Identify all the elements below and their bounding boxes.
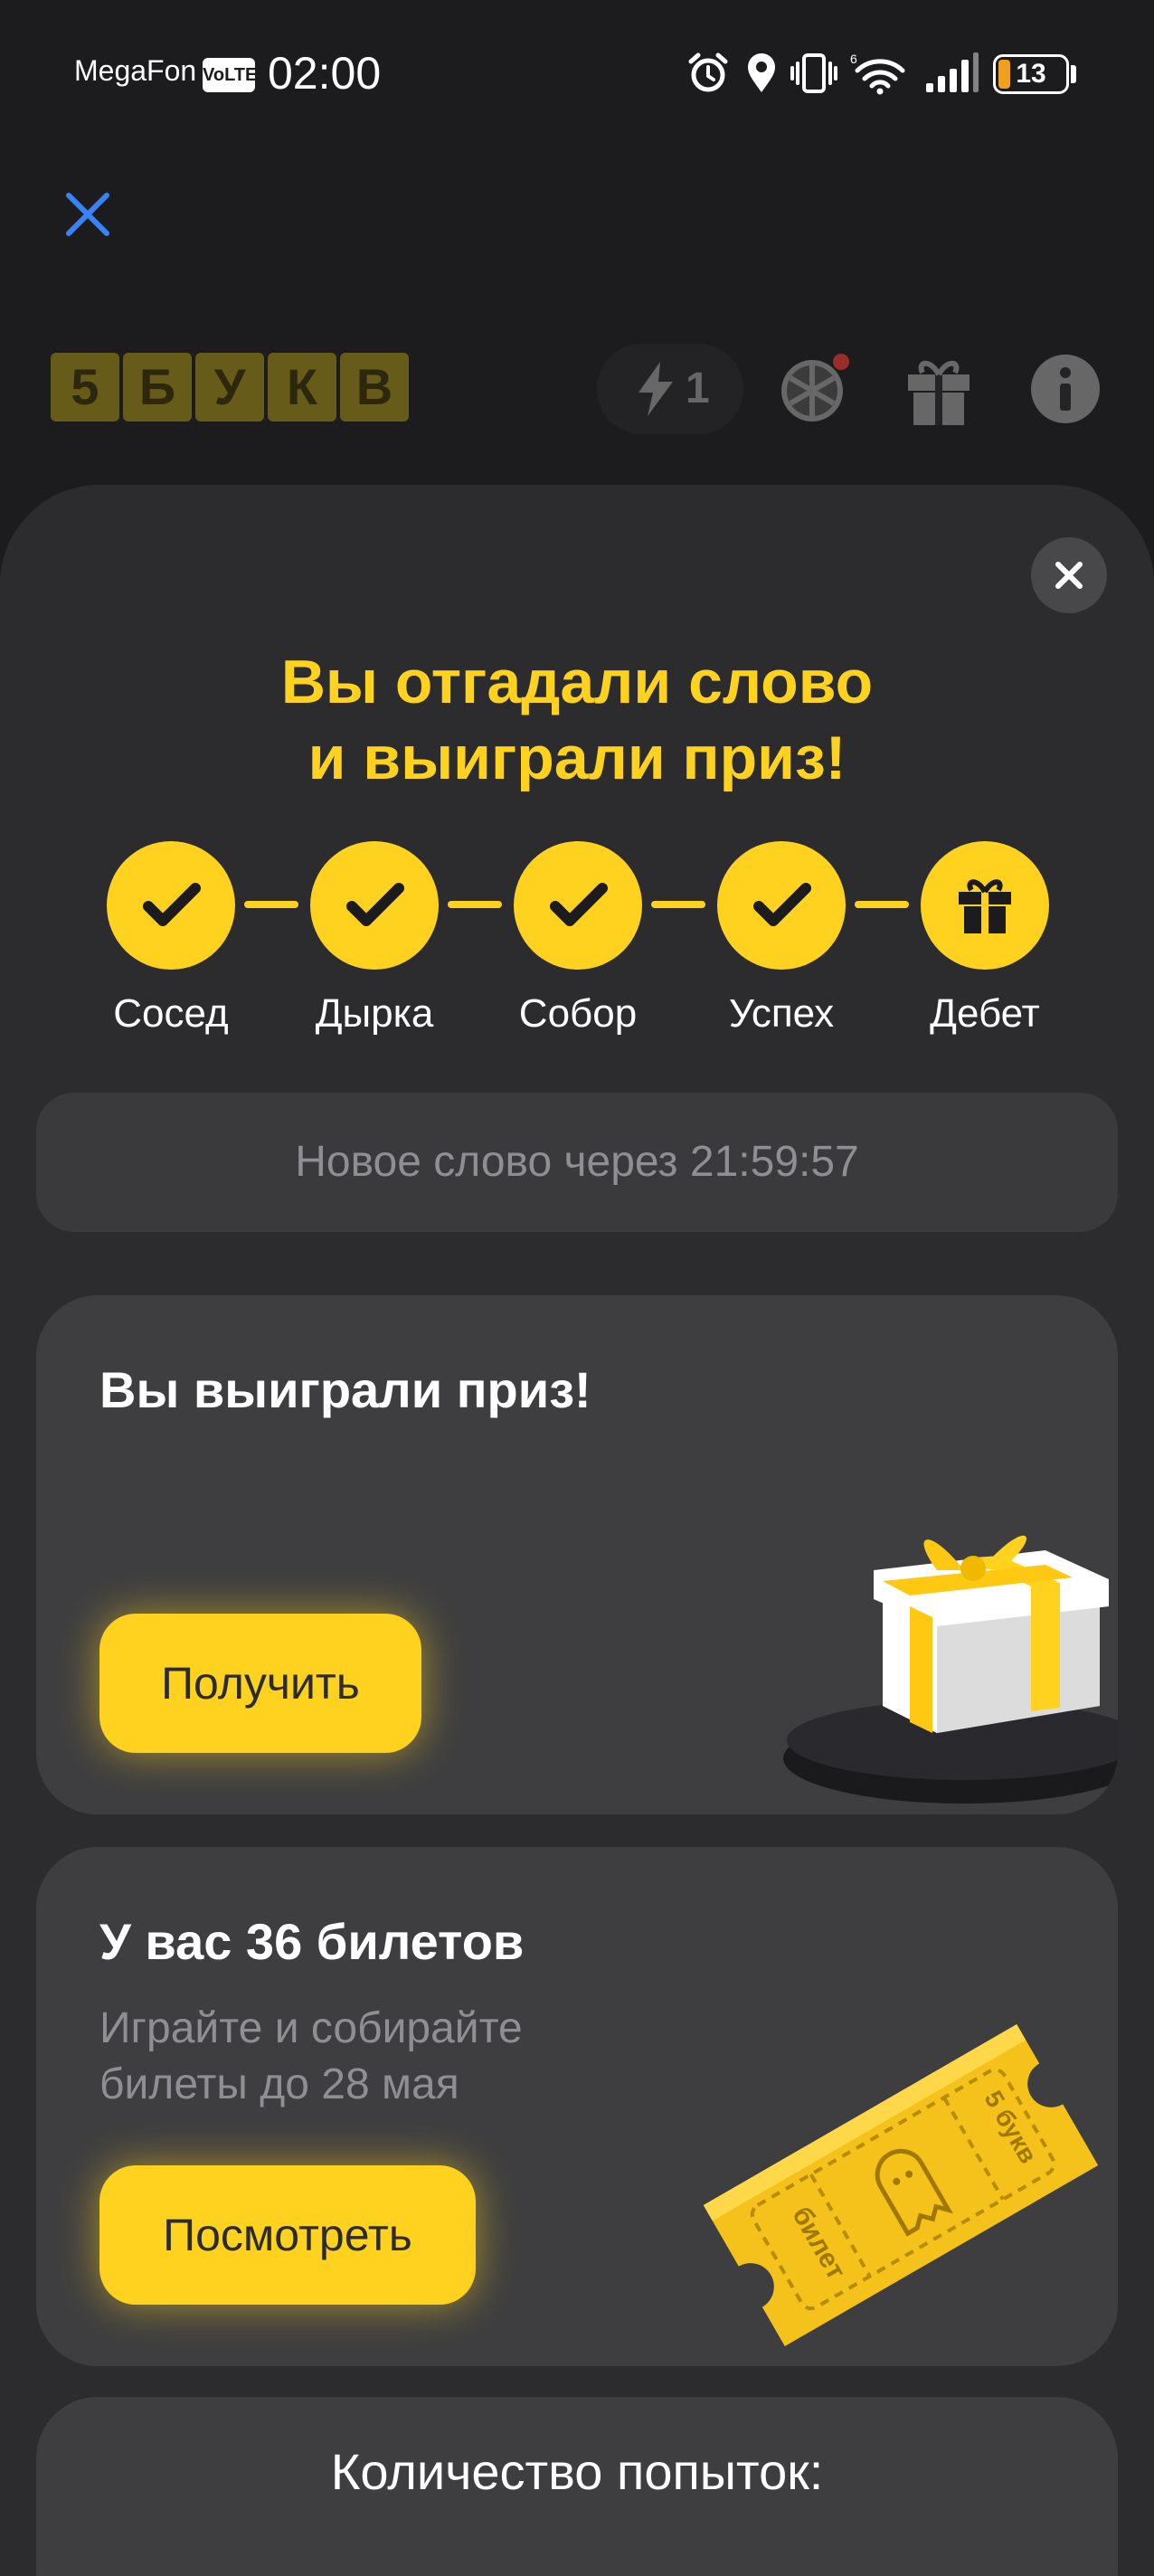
close-icon xyxy=(1055,562,1083,589)
step-label: Дырка xyxy=(315,991,434,1036)
prize-card: Вы выиграли приз! Получить xyxy=(36,1295,1118,1814)
energy-button[interactable]: 1 xyxy=(597,344,743,434)
logo-letter: Б xyxy=(123,353,192,421)
view-tickets-button[interactable]: Посмотреть xyxy=(99,2165,476,2305)
ticket-illustration: билет 5 букв xyxy=(703,2024,1099,2346)
wifi-icon: 6 xyxy=(850,52,905,95)
step-circle-3 xyxy=(514,841,642,970)
next-word-timer: Новое слово через 21:59:57 xyxy=(36,1093,1118,1232)
signal-icon xyxy=(926,52,979,92)
step-label: Сосед xyxy=(113,991,229,1036)
step-label: Собор xyxy=(518,991,638,1036)
logo-letter: В xyxy=(340,353,409,421)
battery-nub xyxy=(1071,65,1076,83)
status-bar: MegaFon VoLTE 02:00 6 13 xyxy=(0,0,1154,149)
step-circle-5 xyxy=(921,841,1049,970)
tickets-card-subtitle: Играйте и собирайте билеты до 28 мая xyxy=(99,2001,523,2113)
logo-letter: У xyxy=(195,353,264,421)
result-title-line2: и выиграли приз! xyxy=(307,724,847,792)
tickets-card: У вас 36 билетов Играйте и собирайте бил… xyxy=(36,1847,1118,2366)
step-circle-2 xyxy=(310,841,439,970)
app-header: 5 Б У К В 1 xyxy=(0,335,1154,443)
energy-count: 1 xyxy=(686,365,710,412)
gift-icon xyxy=(959,879,1011,933)
step-label: Успех xyxy=(728,991,835,1036)
gift-box-illustration xyxy=(783,1535,1118,1804)
gift-icon[interactable] xyxy=(903,353,975,429)
attempts-title: Количество попыток: xyxy=(330,2443,824,2500)
logo-letter: 5 xyxy=(51,353,119,421)
close-icon[interactable] xyxy=(60,186,116,242)
check-icon xyxy=(753,883,811,926)
app-logo: 5 Б У К В xyxy=(51,353,409,421)
prize-card-title: Вы выиграли приз! xyxy=(99,1361,591,1418)
step-circle-1 xyxy=(107,841,235,970)
location-icon xyxy=(748,53,775,92)
step-label: Дебет xyxy=(930,991,1040,1036)
svg-text:6: 6 xyxy=(850,52,857,66)
status-time: 02:00 xyxy=(268,48,382,99)
step-circle-4 xyxy=(717,841,846,970)
check-icon xyxy=(346,883,404,926)
check-icon xyxy=(550,883,608,926)
tickets-card-title: У вас 36 билетов xyxy=(99,1913,525,1970)
carrier-name: MegaFon xyxy=(74,54,197,87)
result-title: Вы отгадали слово и выиграли приз! xyxy=(0,644,1154,796)
result-title-line1: Вы отгадали слово xyxy=(280,648,874,716)
vibrate-icon xyxy=(790,53,837,93)
wheel-icon[interactable] xyxy=(776,351,852,427)
step-connector xyxy=(244,901,298,908)
step-connector xyxy=(448,901,502,908)
alarm-icon xyxy=(688,52,728,92)
claim-prize-button[interactable]: Получить xyxy=(99,1614,421,1753)
tickets-subtitle-line2: билеты до 28 мая xyxy=(99,2060,459,2108)
volte-badge: VoLTE xyxy=(203,58,257,92)
info-icon[interactable] xyxy=(1029,353,1102,425)
step-connector xyxy=(855,901,909,908)
lightning-icon xyxy=(638,362,673,416)
logo-letter: К xyxy=(268,353,336,421)
battery-percent: 13 xyxy=(1016,59,1046,89)
check-icon xyxy=(143,883,201,926)
sheet-close-button[interactable] xyxy=(1031,537,1107,613)
step-connector xyxy=(651,901,705,908)
battery-icon: 13 xyxy=(993,54,1069,94)
tickets-subtitle-line1: Играйте и собирайте xyxy=(99,2004,523,2052)
attempts-card: Количество попыток: xyxy=(36,2397,1118,2576)
